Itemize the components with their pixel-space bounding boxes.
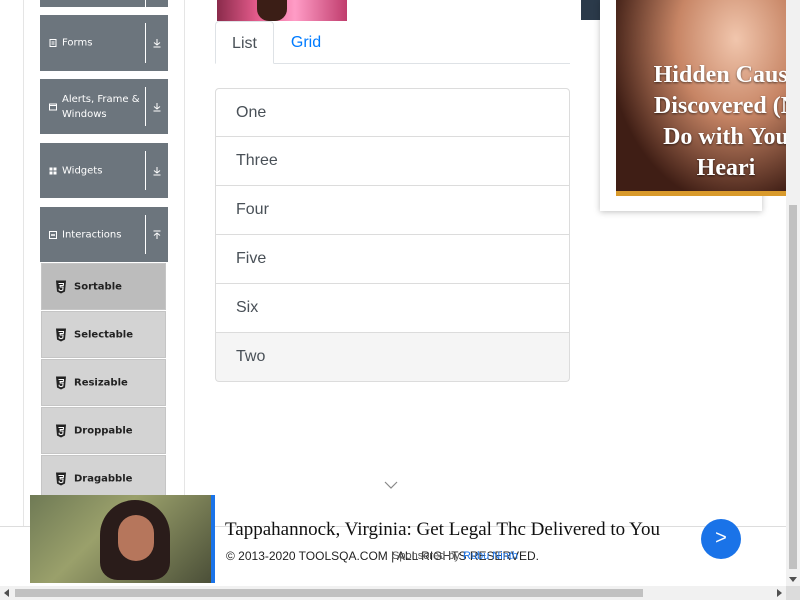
html5-icon [56, 424, 66, 437]
sponsored-link[interactable]: Rubu Ninth [463, 550, 518, 562]
ad-image-figure [257, 0, 287, 21]
bottom-ad-title[interactable]: Tappahannock, Virginia: Get Legal Thc De… [225, 519, 660, 541]
sidebar-group-label: Forms [62, 37, 93, 49]
list-item[interactable]: One [215, 88, 570, 137]
top-ad-image[interactable] [217, 0, 347, 21]
ad-thumbnail[interactable] [581, 0, 600, 20]
list-item[interactable]: Three [215, 137, 570, 186]
vertical-scrollbar[interactable] [786, 0, 800, 586]
tab-grid[interactable]: Grid [274, 21, 338, 64]
sidebar-group-alerts[interactable]: Alerts, Frame & Windows [40, 79, 168, 134]
sidebar-item-label: Dragabble [74, 473, 133, 484]
download-arrow-icon[interactable] [152, 38, 162, 48]
tab-bar: List Grid [215, 21, 570, 64]
group-separator [145, 151, 146, 190]
footer-sponsored: Sponsored by Rubu Ninth [392, 550, 518, 562]
sidebar-item-droppable[interactable]: Droppable [41, 407, 166, 454]
sidebar-item-label: Selectable [74, 329, 134, 340]
grid-icon [49, 167, 57, 174]
group-separator [145, 23, 146, 63]
upload-arrow-icon[interactable] [152, 230, 162, 240]
chevron-down-icon[interactable] [384, 480, 398, 490]
tab-list[interactable]: List [215, 21, 274, 64]
side-ad-accent-bar [616, 191, 800, 196]
group-separator [145, 215, 146, 254]
bottom-ad-accent [211, 495, 215, 583]
html5-icon [56, 280, 66, 293]
sidebar-group-label: Widgets [62, 165, 103, 176]
sidebar-group-interactions[interactable]: Interactions [40, 207, 168, 262]
group-separator [145, 0, 146, 7]
list-item[interactable]: Four [215, 186, 570, 235]
sidebar-item-sortable[interactable]: Sortable [41, 263, 166, 310]
html5-icon [56, 376, 66, 389]
scrollbar-corner [786, 586, 800, 600]
horizontal-scroll-thumb[interactable] [15, 589, 643, 597]
sidebar-group-widgets[interactable]: Widgets [40, 143, 168, 198]
viewport: Forms Alerts, Frame & Windows Widgets In… [0, 0, 800, 600]
download-arrow-icon[interactable] [152, 166, 162, 176]
sponsored-prefix: Sponsored by [392, 550, 460, 562]
vertical-scroll-thumb[interactable] [789, 205, 797, 569]
sidebar-group-elements[interactable] [40, 0, 168, 7]
html5-icon [56, 328, 66, 341]
list-item[interactable]: Six [215, 284, 570, 333]
sidebar: Forms Alerts, Frame & Windows Widgets In… [23, 0, 185, 526]
list-item[interactable]: Five [215, 235, 570, 284]
window-icon [49, 103, 57, 110]
sidebar-group-label: Alerts, Frame & Windows [62, 93, 140, 120]
form-icon [49, 39, 57, 47]
bottom-ad-next-button[interactable]: > [701, 519, 741, 559]
side-ad-headline: Hidden Cause Discovered (N Do with You H… [606, 60, 800, 184]
sidebar-item-label: Droppable [74, 425, 133, 436]
sidebar-group-forms[interactable]: Forms [40, 15, 168, 71]
sortable-list: One Three Four Five Six Two [215, 88, 570, 382]
bottom-ad-image[interactable] [30, 495, 211, 583]
sidebar-item-selectable[interactable]: Selectable [41, 311, 166, 358]
list-item[interactable]: Two [215, 333, 570, 382]
interaction-icon [49, 230, 57, 239]
sidebar-group-label: Interactions [62, 229, 122, 240]
side-ad[interactable]: Hidden Cause Discovered (N Do with You H… [600, 0, 800, 211]
group-separator [145, 87, 146, 126]
ad-figure-face [118, 515, 154, 561]
scroll-right-arrow-icon[interactable] [777, 589, 782, 597]
side-ad-headline-text: Hidden Cause Discovered (N Do with You H… [653, 62, 799, 181]
scroll-left-arrow-icon[interactable] [4, 589, 9, 597]
html5-icon [56, 472, 66, 485]
download-arrow-icon[interactable] [152, 102, 162, 112]
horizontal-scrollbar[interactable] [0, 586, 786, 600]
sidebar-item-resizable[interactable]: Resizable [41, 359, 166, 406]
sidebar-item-label: Sortable [74, 281, 122, 292]
sidebar-item-label: Resizable [74, 377, 128, 388]
scroll-down-arrow-icon[interactable] [789, 577, 797, 582]
